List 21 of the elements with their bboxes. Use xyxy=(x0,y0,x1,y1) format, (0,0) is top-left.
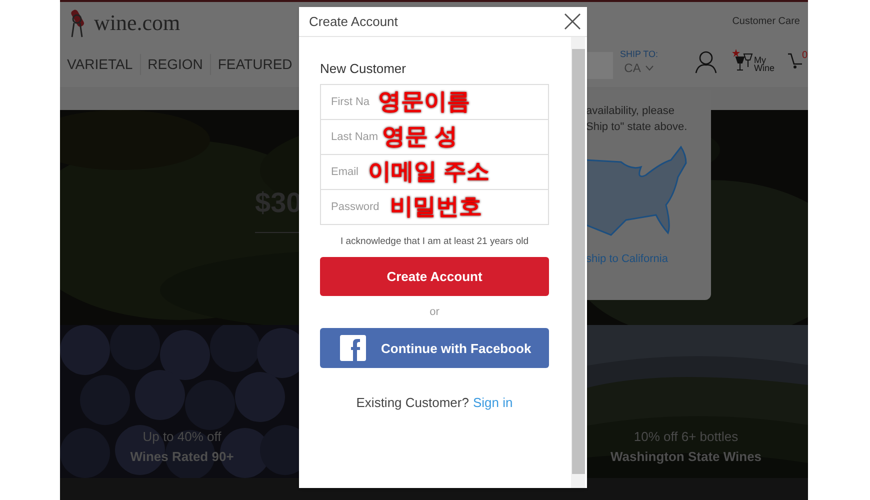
close-icon[interactable] xyxy=(564,13,581,30)
user-icon[interactable] xyxy=(694,50,718,74)
promo-title: Wines Rated 90+ xyxy=(130,448,234,466)
my-wine-label[interactable]: My Wine xyxy=(754,56,776,72)
wine-glasses-icon[interactable] xyxy=(732,48,754,72)
nav-item[interactable]: REGION xyxy=(140,54,210,75)
existing-customer-text: Existing Customer? xyxy=(356,394,469,412)
ship-to-label: SHIP TO: xyxy=(620,50,658,59)
promo-text: 10% off 6+ bottles xyxy=(634,428,738,446)
section-heading: New Customer xyxy=(320,60,407,78)
customer-care-link[interactable]: Customer Care xyxy=(732,14,800,29)
facebook-icon xyxy=(340,335,366,362)
nav-item[interactable]: VARIETAL xyxy=(60,54,140,75)
sign-in-link[interactable]: Sign in xyxy=(472,393,513,413)
chevron-icon xyxy=(644,65,654,71)
logo[interactable]: wine.com xyxy=(94,6,180,39)
promo-title: Washington State Wines xyxy=(610,448,762,466)
dialog-title: Create Account xyxy=(309,12,398,31)
annotation-text: 영문이름 xyxy=(378,86,470,116)
cart-count: 0 xyxy=(802,49,808,63)
facebook-button[interactable]: Continue with Facebook xyxy=(320,328,549,368)
